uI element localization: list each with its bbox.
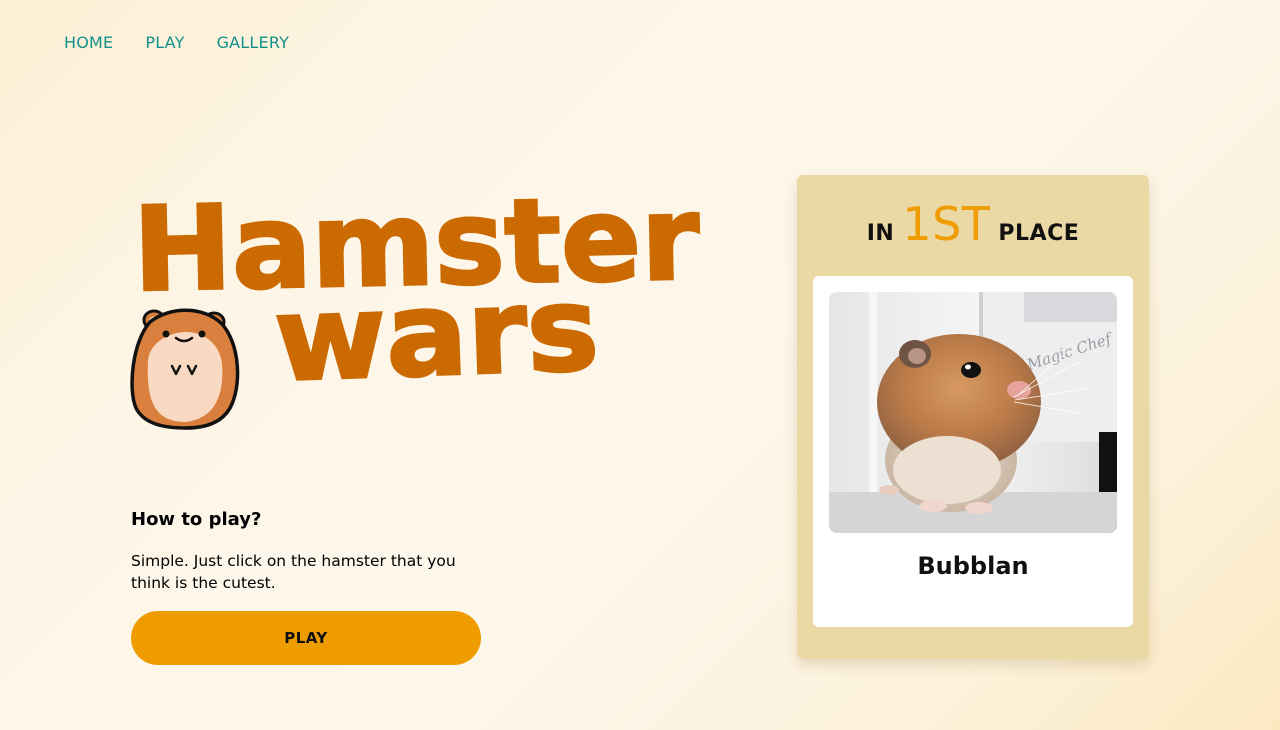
nav-play-link[interactable]: PLAY — [145, 32, 184, 54]
first-place-heading: IN 1ST PLACE — [797, 197, 1149, 251]
hero-title-graphic: Hamster wars — [130, 170, 702, 430]
play-button[interactable]: PLAY — [131, 611, 481, 665]
heading-prefix: IN — [866, 221, 895, 246]
how-to-play-heading: How to play? — [131, 509, 262, 530]
first-place-panel: IN 1ST PLACE Magic Chef Bubblan — [797, 175, 1149, 659]
heading-suffix: PLACE — [998, 221, 1080, 246]
heading-rank: 1ST — [902, 197, 991, 251]
hamster-mascot-icon — [130, 308, 240, 430]
hero-title: Hamster wars — [130, 170, 734, 434]
title-line-wars: wars — [272, 262, 601, 408]
how-to-play-text: Simple. Just click on the hamster that y… — [131, 552, 456, 592]
how-to-play-section: How to play? Simple. Just click on the h… — [131, 508, 491, 594]
nav-gallery-link[interactable]: GALLERY — [217, 32, 290, 54]
nav-home-link[interactable]: HOME — [64, 32, 113, 54]
winner-photo: Magic Chef — [829, 292, 1117, 533]
hamster-photo-image: Magic Chef — [829, 292, 1117, 533]
winner-name: Bubblan — [917, 552, 1029, 580]
main-nav: HOME PLAY GALLERY — [64, 32, 289, 54]
winner-card[interactable]: Magic Chef Bubblan — [813, 276, 1133, 627]
